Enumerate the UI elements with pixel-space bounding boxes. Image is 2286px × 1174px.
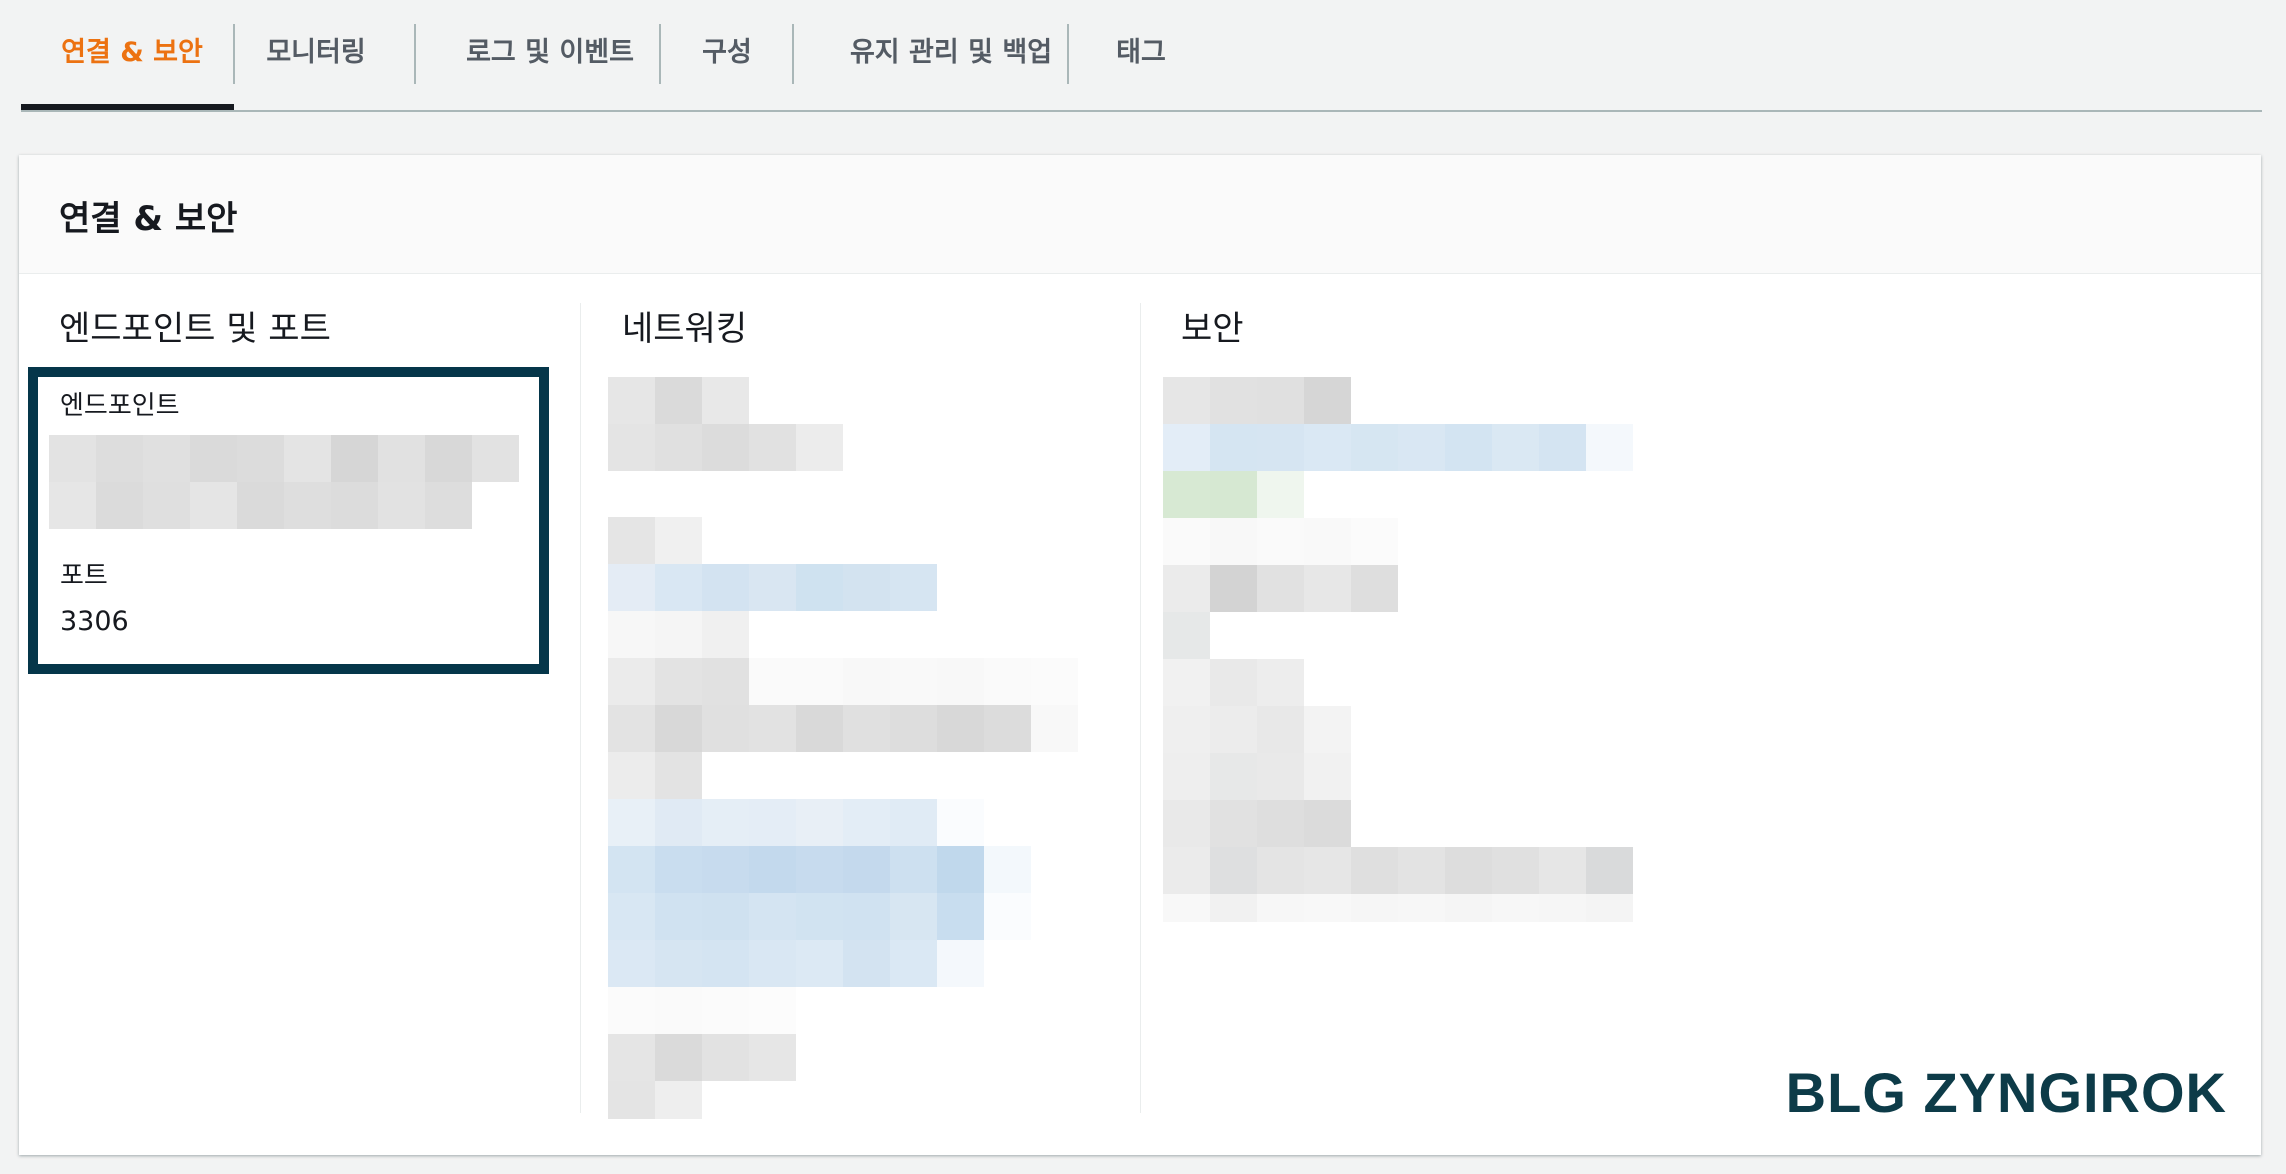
tab-maintenance-backups[interactable]: 유지 관리 및 백업 xyxy=(821,0,1081,110)
watermark-logo: BLG ZYNGIROK xyxy=(1785,1061,2227,1124)
endpoint-label: 엔드포인트 xyxy=(60,391,180,421)
tab-connectivity-security[interactable]: 연결 & 보안 xyxy=(47,0,217,110)
port-label: 포트 xyxy=(60,561,108,591)
endpoint-value-redacted xyxy=(49,435,519,482)
active-tab-indicator xyxy=(21,104,234,110)
tab-configuration[interactable]: 구성 xyxy=(687,0,767,110)
tab-divider xyxy=(792,24,794,84)
endpoint-value-redacted-line2 xyxy=(49,482,472,529)
tab-bar: 연결 & 보안 모니터링 로그 및 이벤트 구성 유지 관리 및 백업 태그 xyxy=(21,0,2262,112)
tab-divider xyxy=(1067,24,1069,84)
networking-heading: 네트워킹 xyxy=(622,309,748,349)
column-divider xyxy=(580,303,581,1113)
panel-header: 연결 & 보안 xyxy=(19,155,2261,274)
tab-monitoring[interactable]: 모니터링 xyxy=(251,0,381,110)
security-heading: 보안 xyxy=(1181,309,1244,349)
column-divider xyxy=(1140,303,1141,1113)
tab-tags[interactable]: 태그 xyxy=(1106,0,1176,110)
tab-divider xyxy=(659,24,661,84)
panel-title: 연결 & 보안 xyxy=(59,199,238,239)
endpoints-ports-heading: 엔드포인트 및 포트 xyxy=(59,309,331,349)
tab-logs-events[interactable]: 로그 및 이벤트 xyxy=(441,0,659,110)
connectivity-security-panel: 연결 & 보안 엔드포인트 및 포트 엔드포인트 포트 3306 네트워킹 보안 xyxy=(19,155,2261,1155)
tab-divider xyxy=(233,24,235,84)
tab-divider xyxy=(414,24,416,84)
port-value: 3306 xyxy=(60,606,129,637)
